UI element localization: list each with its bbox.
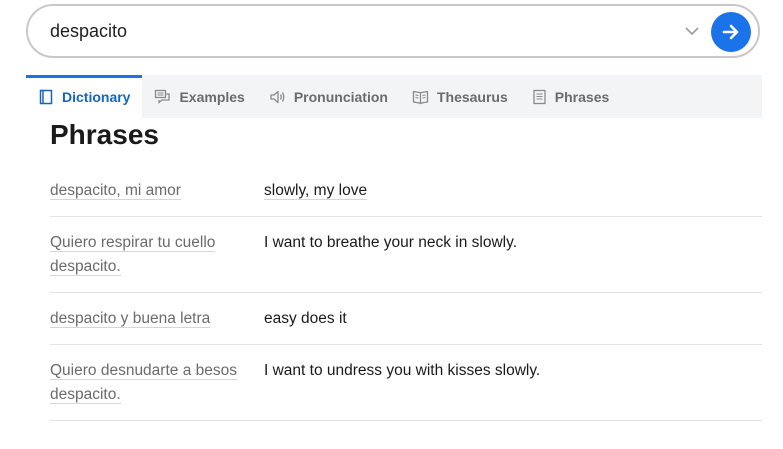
tab-dictionary[interactable]: Dictionary xyxy=(26,75,143,118)
phrase-translation-cell: slowly, my love xyxy=(264,165,762,216)
tab-pronunciation[interactable]: Pronunciation xyxy=(257,75,400,118)
arrow-right-icon xyxy=(722,24,739,40)
chevron-down-icon[interactable] xyxy=(683,22,701,40)
phrase-translation: I want to undress you with kisses slowly… xyxy=(264,362,541,379)
phrase-translation-cell: I want to undress you with kisses slowly… xyxy=(264,345,762,420)
tab-examples[interactable]: Examples xyxy=(142,75,256,118)
phrase-source-cell: Quiero respirar tu cuello despacito. xyxy=(50,217,264,292)
page: Dictionary Examples Pronunciation xyxy=(0,0,783,449)
tab-thesaurus-label: Thesaurus xyxy=(436,88,508,105)
phrase-translation: I want to breathe your neck in slowly. xyxy=(264,234,518,251)
phrase-translation-cell: I want to breathe your neck in slowly. xyxy=(264,217,762,292)
speaker-icon xyxy=(270,90,285,103)
search-input[interactable] xyxy=(50,14,650,48)
phrase-row: Quiero respirar tu cuello despacito. I w… xyxy=(50,217,762,293)
tab-dictionary-label: Dictionary xyxy=(62,88,131,105)
phrase-translation: slowly, my love xyxy=(264,182,368,200)
phrase-source-link[interactable]: Quiero desnudarte a besos despacito. xyxy=(50,362,237,404)
phrase-translation: easy does it xyxy=(264,310,347,327)
tab-thesaurus[interactable]: Thesaurus xyxy=(400,75,520,118)
search-submit-button[interactable] xyxy=(711,12,751,52)
tab-bar: Dictionary Examples Pronunciation Thesau… xyxy=(26,75,762,118)
tab-phrases[interactable]: Phrases xyxy=(520,75,621,118)
speech-bubbles-icon xyxy=(155,89,171,104)
tab-phrases-label: Phrases xyxy=(554,88,610,105)
search-bar xyxy=(26,4,760,58)
phrases-table: despacito, mi amor slowly, my love Quier… xyxy=(50,165,762,421)
document-icon xyxy=(533,89,546,104)
phrase-source-cell: Quiero desnudarte a besos despacito. xyxy=(50,345,264,420)
tab-examples-label: Examples xyxy=(179,88,245,105)
phrase-row: despacito y buena letra easy does it xyxy=(50,293,762,345)
phrase-translation-cell: easy does it xyxy=(264,293,762,344)
section-title: Phrases xyxy=(50,119,159,147)
phrase-source-link[interactable]: despacito y buena letra xyxy=(50,310,211,328)
tab-pronunciation-label: Pronunciation xyxy=(293,88,388,105)
phrase-source-cell: despacito, mi amor xyxy=(50,165,264,216)
phrase-source-link[interactable]: despacito, mi amor xyxy=(50,182,181,200)
open-book-icon xyxy=(412,90,429,104)
phrase-row: despacito, mi amor slowly, my love xyxy=(50,165,762,217)
phrase-source-cell: despacito y buena letra xyxy=(50,293,264,344)
phrase-source-link[interactable]: Quiero respirar tu cuello despacito. xyxy=(50,234,216,276)
book-icon xyxy=(39,89,53,104)
phrase-row: Quiero desnudarte a besos despacito. I w… xyxy=(50,345,762,421)
